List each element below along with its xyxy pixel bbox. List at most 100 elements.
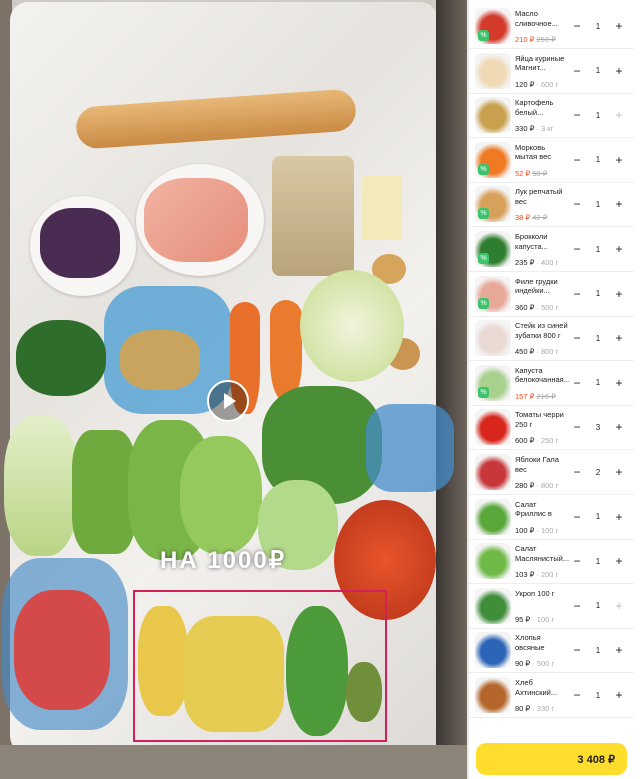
product-name[interactable]: Яйца куриные Магнит... bbox=[515, 54, 569, 74]
cart-list[interactable]: % Масло сливочное... 210 ₽250 ₽ −1 + Яйца кур… bbox=[469, 0, 640, 779]
increase-button[interactable]: + bbox=[612, 19, 626, 33]
decrease-button[interactable]: − bbox=[570, 599, 584, 613]
product-image[interactable]: % bbox=[475, 364, 511, 401]
quantity-stepper[interactable]: − 3 + bbox=[570, 417, 626, 437]
product-image[interactable] bbox=[475, 677, 511, 713]
increase-button[interactable]: + bbox=[612, 287, 626, 301]
product-name[interactable]: Яблоки Гала вес bbox=[515, 455, 569, 475]
quantity-stepper[interactable]: − 2 + bbox=[570, 462, 626, 482]
decrease-button[interactable]: − bbox=[570, 554, 584, 568]
product-image[interactable]: % bbox=[475, 8, 511, 44]
product-name[interactable]: Капуста белокочанная... bbox=[515, 366, 569, 386]
video-player[interactable]: НА 1000₽ bbox=[0, 0, 467, 779]
product-image[interactable] bbox=[475, 632, 511, 669]
increase-button[interactable]: + bbox=[612, 242, 626, 256]
increase-button[interactable]: + bbox=[612, 599, 626, 613]
product-name[interactable]: Масло сливочное... bbox=[515, 9, 569, 29]
quantity-stepper[interactable]: − 1 + bbox=[570, 239, 626, 259]
quantity-stepper[interactable]: − 1 + bbox=[570, 596, 626, 616]
decrease-button[interactable]: − bbox=[570, 643, 584, 657]
product-image[interactable] bbox=[475, 52, 511, 89]
increase-button[interactable]: + bbox=[612, 197, 626, 211]
quantity-stepper[interactable]: − 1 + bbox=[570, 284, 626, 304]
increase-button[interactable]: + bbox=[612, 465, 626, 479]
increase-button[interactable]: + bbox=[612, 153, 626, 167]
decrease-button[interactable]: − bbox=[570, 153, 584, 167]
cart-item[interactable]: % Лук репчатый вес 38 ₽42 ₽ − 1 + bbox=[469, 182, 634, 228]
product-name[interactable]: Хлопья овсяные Русский... bbox=[515, 633, 569, 653]
decrease-button[interactable]: − bbox=[570, 465, 584, 479]
product-name[interactable]: Салат Фриллис в горшочке 10... bbox=[515, 500, 569, 520]
cart-item[interactable]: % Филе грудки индейки... 360 ₽ · 500 г − 1 + bbox=[469, 272, 634, 317]
product-image[interactable]: % bbox=[475, 275, 511, 312]
quantity-stepper[interactable]: − 1 + bbox=[570, 105, 626, 125]
cart-item[interactable]: % Брокколи капуста... 235 ₽ · 400 г − 1 + bbox=[469, 227, 634, 272]
product-image[interactable]: % bbox=[475, 186, 511, 223]
increase-button[interactable]: + bbox=[612, 510, 626, 524]
cart-item[interactable]: Картофель белый... 330 ₽ · 3 кг − 1 + bbox=[469, 93, 634, 139]
cart-item[interactable]: Стейк из синей зубатки 800 г 450 ₽ · 800 г… bbox=[469, 316, 634, 362]
cart-item[interactable]: % Масло сливочное... 210 ₽250 ₽ − 1 + bbox=[469, 4, 634, 49]
cart-item[interactable]: Яйца куриные Магнит... 120 ₽ · 600 г − 1 + bbox=[469, 49, 634, 94]
product-image[interactable]: % bbox=[475, 141, 511, 178]
increase-button[interactable]: + bbox=[612, 420, 626, 434]
quantity-stepper[interactable]: − 1 + bbox=[570, 685, 626, 705]
product-name[interactable]: Лук репчатый вес bbox=[515, 187, 569, 207]
decrease-button[interactable]: − bbox=[570, 64, 584, 78]
increase-button[interactable]: + bbox=[612, 108, 626, 122]
product-image[interactable] bbox=[475, 409, 511, 446]
cart-item[interactable]: Хлопья овсяные Русский... 90 ₽· 500 г − 1 + bbox=[469, 628, 634, 674]
decrease-button[interactable]: − bbox=[570, 19, 584, 33]
cart-item[interactable]: % Капуста белокочанная... 157 ₽216 ₽ − 1 + bbox=[469, 361, 634, 406]
product-name[interactable]: Стейк из синей зубатки 800 г bbox=[515, 321, 569, 341]
increase-button[interactable]: + bbox=[612, 331, 626, 345]
cart-item[interactable]: Хлеб Ахтинский... 80 ₽ · 330 г − 1 + bbox=[469, 673, 634, 718]
decrease-button[interactable]: − bbox=[570, 420, 584, 434]
quantity-stepper[interactable]: − 1 + bbox=[570, 373, 626, 393]
decrease-button[interactable]: − bbox=[570, 376, 584, 390]
quantity-stepper[interactable]: − 1 + bbox=[570, 194, 626, 214]
product-image[interactable] bbox=[475, 320, 511, 357]
product-image[interactable] bbox=[475, 454, 511, 490]
product-name[interactable]: Морковь мытая вес bbox=[515, 143, 569, 163]
increase-button[interactable]: + bbox=[612, 643, 626, 657]
decrease-button[interactable]: − bbox=[570, 510, 584, 524]
cart-item[interactable]: Укроп 100 г 95 ₽ · 100 г − 1 + bbox=[469, 584, 634, 629]
decrease-button[interactable]: − bbox=[570, 197, 584, 211]
product-name[interactable]: Филе грудки индейки... bbox=[515, 277, 569, 297]
product-name[interactable]: Укроп 100 г bbox=[515, 589, 569, 609]
quantity-stepper[interactable]: − 1 + bbox=[570, 551, 626, 571]
quantity-stepper[interactable]: − 1 + bbox=[570, 150, 626, 170]
quantity-stepper[interactable]: − 1 + bbox=[570, 61, 626, 81]
product-name[interactable]: Салат Маслянистый... bbox=[515, 544, 569, 564]
cart-item[interactable]: Яблоки Гала вес 280 ₽ · 800 г − 2 + bbox=[469, 450, 634, 495]
product-name[interactable]: Брокколи капуста... bbox=[515, 232, 569, 252]
cart-item[interactable]: % Морковь мытая вес 52 ₽58 ₽ − 1 + bbox=[469, 138, 634, 183]
quantity-stepper[interactable]: − 1 + bbox=[570, 507, 626, 527]
decrease-button[interactable]: − bbox=[570, 242, 584, 256]
product-image[interactable]: % bbox=[475, 231, 511, 267]
product-image[interactable] bbox=[475, 587, 511, 624]
play-button[interactable] bbox=[207, 380, 249, 422]
decrease-button[interactable]: − bbox=[570, 108, 584, 122]
decrease-button[interactable]: − bbox=[570, 331, 584, 345]
increase-button[interactable]: + bbox=[612, 64, 626, 78]
increase-button[interactable]: + bbox=[612, 554, 626, 568]
cart-item[interactable]: Салат Фриллис в горшочке 10... 100 ₽· 100… bbox=[469, 495, 634, 540]
product-name[interactable]: Хлеб Ахтинский... bbox=[515, 678, 569, 698]
increase-button[interactable]: + bbox=[612, 376, 626, 390]
increase-button[interactable]: + bbox=[612, 688, 626, 702]
cart-item[interactable]: Томаты черри 250 г 600 ₽ · 250 г − 3 + bbox=[469, 405, 634, 451]
quantity-stepper[interactable]: − 1 + bbox=[570, 328, 626, 348]
quantity-stepper[interactable]: − 1 + bbox=[570, 16, 626, 36]
decrease-button[interactable]: − bbox=[570, 688, 584, 702]
product-name[interactable]: Томаты черри 250 г bbox=[515, 410, 569, 430]
product-name[interactable]: Картофель белый... bbox=[515, 98, 569, 118]
cart-item[interactable]: Салат Маслянистый... 103 ₽ · 200 г − 1 + bbox=[469, 539, 634, 585]
product-image[interactable] bbox=[475, 543, 511, 580]
quantity-stepper[interactable]: − 1 + bbox=[570, 640, 626, 660]
decrease-button[interactable]: − bbox=[570, 287, 584, 301]
checkout-button[interactable]: 3 408 ₽ bbox=[476, 743, 627, 775]
product-image[interactable] bbox=[475, 97, 511, 134]
product-image[interactable] bbox=[475, 498, 511, 535]
